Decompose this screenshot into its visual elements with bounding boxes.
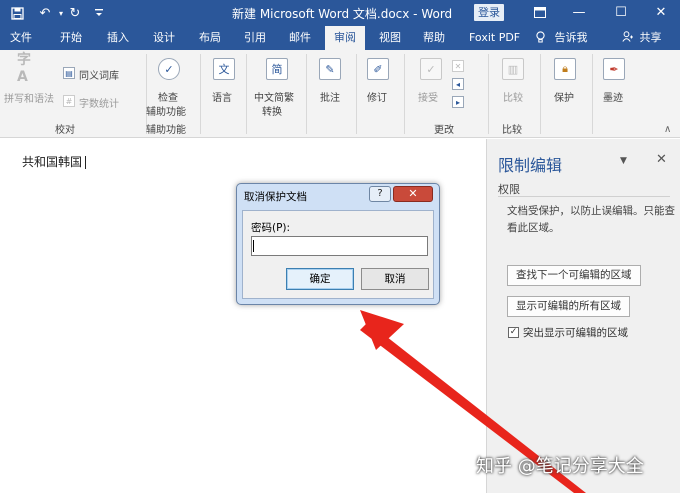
password-caret bbox=[253, 240, 254, 252]
lightbulb-icon bbox=[536, 31, 549, 44]
redo-icon[interactable]: ↻ bbox=[66, 4, 84, 22]
ribbon-display-icon[interactable] bbox=[529, 2, 551, 22]
dialog-help-icon[interactable]: ? bbox=[369, 186, 391, 202]
share-button[interactable]: 共享 bbox=[622, 26, 662, 50]
tab-references[interactable]: 引用 bbox=[238, 26, 272, 50]
new-comment-icon[interactable]: ✎ bbox=[319, 58, 341, 80]
compare-icon[interactable]: ▥ bbox=[502, 58, 524, 80]
ribbon-divider bbox=[592, 54, 593, 134]
comments-button[interactable]: 批注 bbox=[320, 89, 340, 104]
cancel-button[interactable]: 取消 bbox=[361, 268, 429, 290]
compare-button[interactable]: 比较 bbox=[503, 89, 523, 104]
ok-button[interactable]: 确定 bbox=[286, 268, 354, 290]
group-compare-label: 比较 bbox=[502, 125, 522, 136]
tab-mailings[interactable]: 邮件 bbox=[283, 26, 317, 50]
title-bar: ↶ ▾ ↻ 新建 Microsoft Word 文档.docx - Word 登… bbox=[0, 0, 680, 26]
ribbon-divider bbox=[540, 54, 541, 134]
tell-me-search[interactable]: 告诉我 bbox=[536, 26, 588, 50]
protect-icon[interactable]: 🔒︎ bbox=[554, 58, 576, 80]
highlight-regions-checkbox[interactable]: ✓ 突出显示可编辑的区域 bbox=[508, 325, 628, 340]
ink-button[interactable]: 墨迹 bbox=[603, 89, 623, 104]
checkbox-checked-icon: ✓ bbox=[508, 327, 519, 338]
previous-change-icon[interactable]: ◂ bbox=[452, 78, 464, 90]
group-accessibility-label: 辅助功能 bbox=[146, 125, 186, 136]
pane-permissions-heading: 权限 bbox=[498, 183, 520, 196]
highlight-regions-label: 突出显示可编辑的区域 bbox=[523, 327, 628, 339]
save-icon[interactable] bbox=[8, 4, 26, 22]
pane-close-icon[interactable]: ✕ bbox=[656, 152, 667, 167]
word-count-icon: # bbox=[63, 95, 75, 107]
spelling-icon[interactable]: 字A bbox=[17, 52, 39, 85]
close-icon[interactable]: ✕ bbox=[650, 2, 672, 22]
tab-design[interactable]: 设计 bbox=[147, 26, 181, 50]
text-cursor bbox=[85, 156, 87, 169]
track-changes-icon[interactable]: ✐ bbox=[367, 58, 389, 80]
thesaurus-button[interactable]: 同义词库 bbox=[79, 67, 119, 82]
chinese-conversion-icon[interactable]: 简 bbox=[266, 58, 288, 80]
pane-title: 限制编辑 bbox=[498, 156, 563, 175]
word-count-button[interactable]: 字数统计 bbox=[79, 95, 119, 110]
next-change-icon[interactable]: ▸ bbox=[452, 96, 464, 108]
tab-help[interactable]: 帮助 bbox=[417, 26, 451, 50]
find-next-editable-region-button[interactable]: 查找下一个可编辑的区域 bbox=[507, 265, 641, 286]
password-label: 密码(P): bbox=[251, 222, 291, 234]
ribbon-divider bbox=[404, 54, 405, 134]
accept-button[interactable]: 接受 bbox=[418, 89, 438, 104]
spelling-grammar-button[interactable]: 拼写和语法 bbox=[4, 90, 54, 105]
group-changes-label: 更改 bbox=[434, 125, 454, 136]
accept-icon[interactable]: ✓ bbox=[420, 58, 442, 80]
document-text[interactable]: 共和国韩国 bbox=[22, 153, 87, 170]
collapse-ribbon-icon[interactable]: ∧ bbox=[664, 124, 671, 135]
accessibility-check-icon[interactable]: ✓ bbox=[158, 58, 180, 80]
thesaurus-icon: ▤ bbox=[63, 67, 75, 79]
ribbon-divider bbox=[488, 54, 489, 134]
window-title: 新建 Microsoft Word 文档.docx - Word bbox=[232, 7, 453, 21]
dialog-close-icon[interactable]: ✕ bbox=[393, 186, 433, 202]
ribbon-divider bbox=[306, 54, 307, 134]
ribbon-tabs: 文件 开始 插入 设计 布局 引用 邮件 审阅 视图 帮助 Foxit PDF … bbox=[0, 26, 680, 51]
tab-foxit-pdf[interactable]: Foxit PDF bbox=[463, 26, 526, 50]
check-accessibility-line1[interactable]: 检查 bbox=[158, 89, 178, 104]
tab-insert[interactable]: 插入 bbox=[101, 26, 135, 50]
group-proofing-label: 校对 bbox=[55, 125, 75, 136]
password-input[interactable] bbox=[251, 236, 428, 256]
chinese-conversion-line1[interactable]: 中文简繁 bbox=[254, 89, 294, 104]
minimize-icon[interactable]: — bbox=[568, 2, 590, 22]
person-icon bbox=[622, 31, 637, 44]
pane-options-icon[interactable]: ▼ bbox=[620, 156, 627, 166]
dialog-title: 取消保护文档 bbox=[244, 191, 307, 203]
watermark: 知乎 @笔记分享大全 bbox=[476, 456, 644, 477]
ribbon-divider bbox=[200, 54, 201, 134]
pane-divider bbox=[498, 196, 670, 197]
language-icon[interactable]: 文 bbox=[213, 58, 235, 80]
ribbon-divider bbox=[246, 54, 247, 134]
chinese-conversion-line2[interactable]: 转换 bbox=[262, 103, 282, 118]
check-accessibility-line2[interactable]: 辅助功能 bbox=[146, 103, 186, 118]
show-all-editable-regions-button[interactable]: 显示可编辑的所有区域 bbox=[507, 296, 630, 317]
track-changes-button[interactable]: 修订 bbox=[367, 89, 387, 104]
document-paragraph: 共和国韩国 bbox=[22, 155, 83, 169]
reject-icon[interactable]: ✕ bbox=[452, 60, 464, 72]
share-label: 共享 bbox=[639, 31, 662, 44]
tell-me-label: 告诉我 bbox=[554, 31, 588, 44]
language-button[interactable]: 语言 bbox=[212, 89, 232, 104]
protect-button[interactable]: 保护 bbox=[554, 89, 574, 104]
tab-file[interactable]: 文件 bbox=[4, 26, 38, 50]
ribbon-divider bbox=[356, 54, 357, 134]
tab-home[interactable]: 开始 bbox=[54, 26, 88, 50]
tab-review[interactable]: 审阅 bbox=[325, 26, 365, 51]
maximize-icon[interactable]: ☐ bbox=[610, 2, 632, 22]
customize-toolbar-icon[interactable] bbox=[90, 4, 108, 22]
tab-view[interactable]: 视图 bbox=[373, 26, 407, 50]
ink-icon[interactable]: ✒ bbox=[603, 58, 625, 80]
pane-description: 文档受保护，以防止误编辑。只能查看此区域。 bbox=[507, 205, 675, 234]
tab-layout[interactable]: 布局 bbox=[193, 26, 227, 50]
login-button[interactable]: 登录 bbox=[474, 4, 504, 21]
